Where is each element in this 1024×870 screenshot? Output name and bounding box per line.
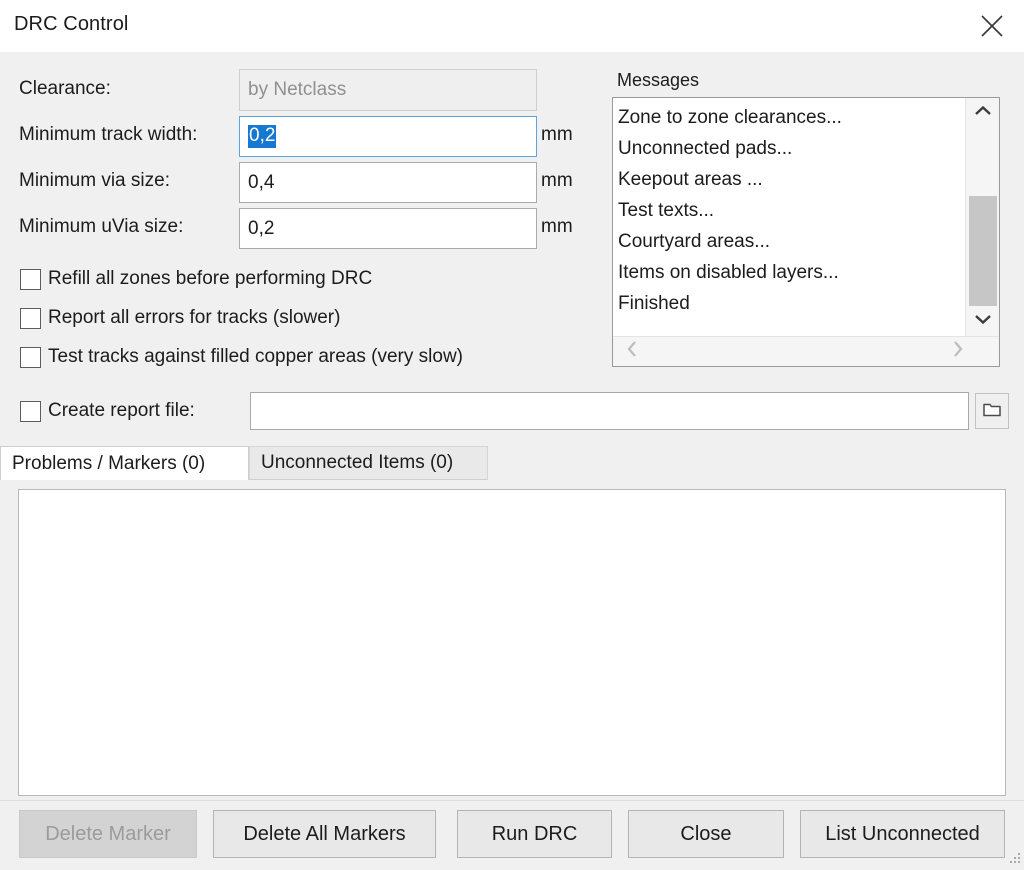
resize-grip[interactable] — [1006, 849, 1022, 865]
clearance-field: by Netclass — [239, 69, 537, 111]
min-track-width-value: 0,2 — [248, 125, 276, 148]
checkbox-box — [20, 401, 41, 422]
list-item: Courtyard areas... — [618, 226, 965, 257]
tabstrip: Problems / Markers (0) Unconnected Items… — [0, 446, 1024, 480]
chevron-down-icon — [974, 312, 992, 330]
min-track-width-label: Minimum track width: — [19, 124, 197, 146]
scroll-down-button[interactable] — [966, 306, 1000, 336]
min-via-size-label: Minimum via size: — [19, 170, 170, 192]
button-label: Delete Marker — [45, 823, 171, 846]
scroll-right-button[interactable] — [941, 337, 975, 366]
checkbox-refill-zones[interactable]: Refill all zones before performing DRC — [20, 268, 372, 290]
list-item: Test texts... — [618, 195, 965, 226]
delete-all-markers-button[interactable]: Delete All Markers — [213, 810, 436, 858]
close-icon — [979, 13, 1005, 39]
list-item: Unconnected pads... — [618, 133, 965, 164]
chevron-left-icon — [626, 340, 638, 363]
checkbox-label: Create report file: — [48, 400, 195, 422]
report-file-path-input[interactable] — [250, 392, 969, 430]
title-bar: DRC Control — [0, 0, 1024, 52]
messages-panel: Zone to zone clearances... Unconnected p… — [612, 97, 1000, 367]
min-track-width-input[interactable]: 0,2 — [239, 116, 537, 157]
messages-caption: Messages — [617, 70, 699, 91]
checkbox-label: Test tracks against filled copper areas … — [48, 346, 463, 368]
button-bar: Delete Marker Delete All Markers Run DRC… — [0, 800, 1024, 867]
page-title: DRC Control — [14, 13, 128, 36]
min-via-size-unit: mm — [541, 170, 573, 192]
run-drc-button[interactable]: Run DRC — [457, 810, 612, 858]
checkbox-test-tracks-copper[interactable]: Test tracks against filled copper areas … — [20, 346, 463, 368]
checkbox-box — [20, 308, 41, 329]
checkbox-label: Refill all zones before performing DRC — [48, 268, 372, 290]
tab-label: Problems / Markers (0) — [12, 453, 205, 475]
checkbox-report-all-errors[interactable]: Report all errors for tracks (slower) — [20, 307, 340, 329]
messages-list[interactable]: Zone to zone clearances... Unconnected p… — [613, 98, 965, 336]
scroll-left-button[interactable] — [615, 337, 649, 366]
list-unconnected-button[interactable]: List Unconnected — [800, 810, 1005, 858]
list-item: Items on disabled layers... — [618, 257, 965, 288]
checkbox-label: Report all errors for tracks (slower) — [48, 307, 340, 329]
min-uvia-size-unit: mm — [541, 216, 573, 238]
close-dialog-button[interactable]: Close — [628, 810, 784, 858]
scroll-up-button[interactable] — [966, 98, 1000, 128]
chevron-right-icon — [952, 340, 964, 363]
tab-unconnected-items[interactable]: Unconnected Items (0) — [249, 446, 488, 480]
list-item: Keepout areas ... — [618, 164, 965, 195]
min-uvia-size-label: Minimum uVia size: — [19, 216, 183, 238]
checkbox-create-report-file[interactable]: Create report file: — [20, 400, 195, 422]
min-uvia-size-input[interactable]: 0,2 — [239, 208, 537, 249]
min-uvia-size-value: 0,2 — [248, 218, 274, 240]
scrollbar-thumb[interactable] — [969, 196, 997, 306]
button-label: Close — [680, 823, 731, 846]
tab-problems-markers[interactable]: Problems / Markers (0) — [0, 446, 249, 480]
tab-label: Unconnected Items (0) — [261, 452, 453, 474]
clearance-value: by Netclass — [248, 79, 346, 101]
min-via-size-input[interactable]: 0,4 — [239, 162, 537, 203]
chevron-up-icon — [974, 104, 992, 122]
button-label: Delete All Markers — [243, 823, 405, 846]
browse-report-file-button[interactable] — [975, 393, 1009, 429]
min-via-size-value: 0,4 — [248, 172, 274, 194]
min-track-width-unit: mm — [541, 124, 573, 146]
button-label: Run DRC — [492, 823, 578, 846]
button-label: List Unconnected — [825, 823, 980, 846]
checkbox-box — [20, 269, 41, 290]
folder-open-icon — [982, 400, 1002, 423]
list-item: Zone to zone clearances... — [618, 102, 965, 133]
messages-vertical-scrollbar[interactable] — [965, 98, 999, 336]
delete-marker-button[interactable]: Delete Marker — [19, 810, 197, 858]
results-list[interactable] — [18, 489, 1006, 796]
checkbox-box — [20, 347, 41, 368]
close-button[interactable] — [960, 0, 1024, 52]
messages-horizontal-scrollbar[interactable] — [613, 336, 999, 366]
list-item: Finished — [618, 288, 965, 319]
clearance-label: Clearance: — [19, 78, 111, 100]
